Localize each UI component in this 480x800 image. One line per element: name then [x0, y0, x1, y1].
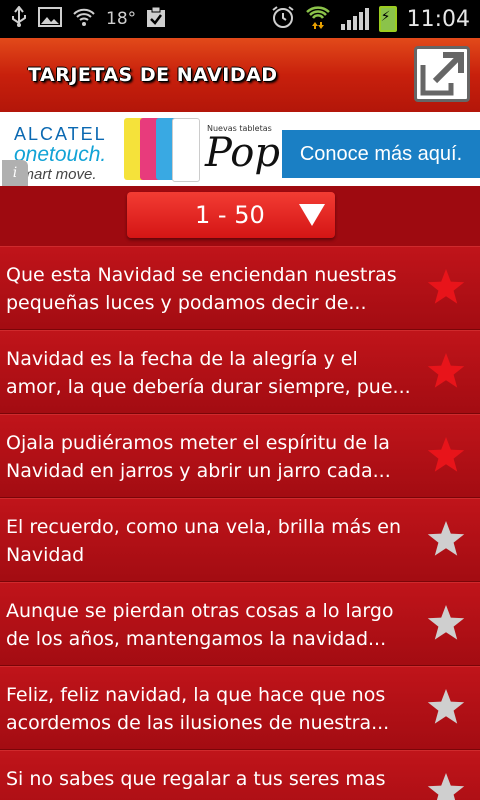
cards-list: Que esta Navidad se enciendan nuestras p…	[0, 246, 480, 800]
wifi-transfer-icon	[305, 4, 331, 34]
list-item[interactable]: Que esta Navidad se enciendan nuestras p…	[0, 246, 480, 330]
status-bar: 18° 11:04	[0, 0, 480, 38]
temperature: 18°	[106, 9, 137, 29]
share-button[interactable]	[414, 46, 470, 102]
star-icon[interactable]	[426, 435, 466, 475]
list-item[interactable]: Navidad es la fecha de la alegría y el a…	[0, 330, 480, 414]
usb-icon	[10, 5, 28, 32]
star-icon[interactable]	[426, 351, 466, 391]
app-header: TARJETAS DE NAVIDAD	[0, 38, 480, 112]
list-item[interactable]: Ojala pudiéramos meter el espíritu de la…	[0, 414, 480, 498]
ad-product-name: Pop	[205, 130, 280, 176]
ad-brand-subname: onetouch.	[14, 143, 107, 166]
ad-info-icon[interactable]: i	[2, 160, 28, 186]
list-item[interactable]: El recuerdo, como una vela, brilla más e…	[0, 498, 480, 582]
alarm-icon	[271, 5, 295, 33]
list-item-text: Aunque se pierdan otras cosas a lo largo…	[6, 600, 394, 650]
list-item-text: Que esta Navidad se enciendan nuestras p…	[6, 264, 397, 314]
ad-cta-button[interactable]: Conoce más aquí.	[282, 130, 480, 178]
star-icon[interactable]	[426, 267, 466, 307]
main-content: 1 - 50 Que esta Navidad se enciendan nue…	[0, 186, 480, 800]
star-icon[interactable]	[426, 519, 466, 559]
star-icon[interactable]	[426, 687, 466, 727]
range-label: 1 - 50	[195, 201, 265, 229]
list-item-text: Navidad es la fecha de la alegría y el a…	[6, 348, 411, 398]
list-item[interactable]: Si no sabes que regalar a tus seres mas	[0, 750, 480, 800]
clock: 11:04	[406, 6, 470, 32]
clipboard-check-icon	[146, 6, 166, 32]
list-item[interactable]: Aunque se pierdan otras cosas a lo largo…	[0, 582, 480, 666]
list-item-text: El recuerdo, como una vela, brilla más e…	[6, 516, 401, 566]
dropdown-triangle-icon	[299, 204, 325, 226]
list-item-text: Ojala pudiéramos meter el espíritu de la…	[6, 432, 391, 482]
range-selector[interactable]: 1 - 50	[127, 192, 335, 238]
ad-brand-name: ALCATEL	[14, 124, 107, 144]
star-icon[interactable]	[426, 603, 466, 643]
battery-charging-icon	[378, 6, 397, 32]
signal-icon	[340, 8, 369, 30]
list-item-text: Feliz, feliz navidad, la que hace que no…	[6, 684, 390, 734]
image-icon	[38, 7, 62, 31]
list-item[interactable]: Feliz, feliz navidad, la que hace que no…	[0, 666, 480, 750]
share-export-icon	[420, 52, 464, 96]
ad-banner[interactable]: ALCATEL onetouch. smart move. Nuevas tab…	[0, 112, 480, 186]
list-item-text: Si no sabes que regalar a tus seres mas	[6, 768, 386, 790]
wifi-icon	[72, 7, 96, 31]
page-title: TARJETAS DE NAVIDAD	[28, 64, 278, 86]
star-icon[interactable]	[426, 771, 466, 800]
ad-tablets-image	[124, 118, 200, 182]
